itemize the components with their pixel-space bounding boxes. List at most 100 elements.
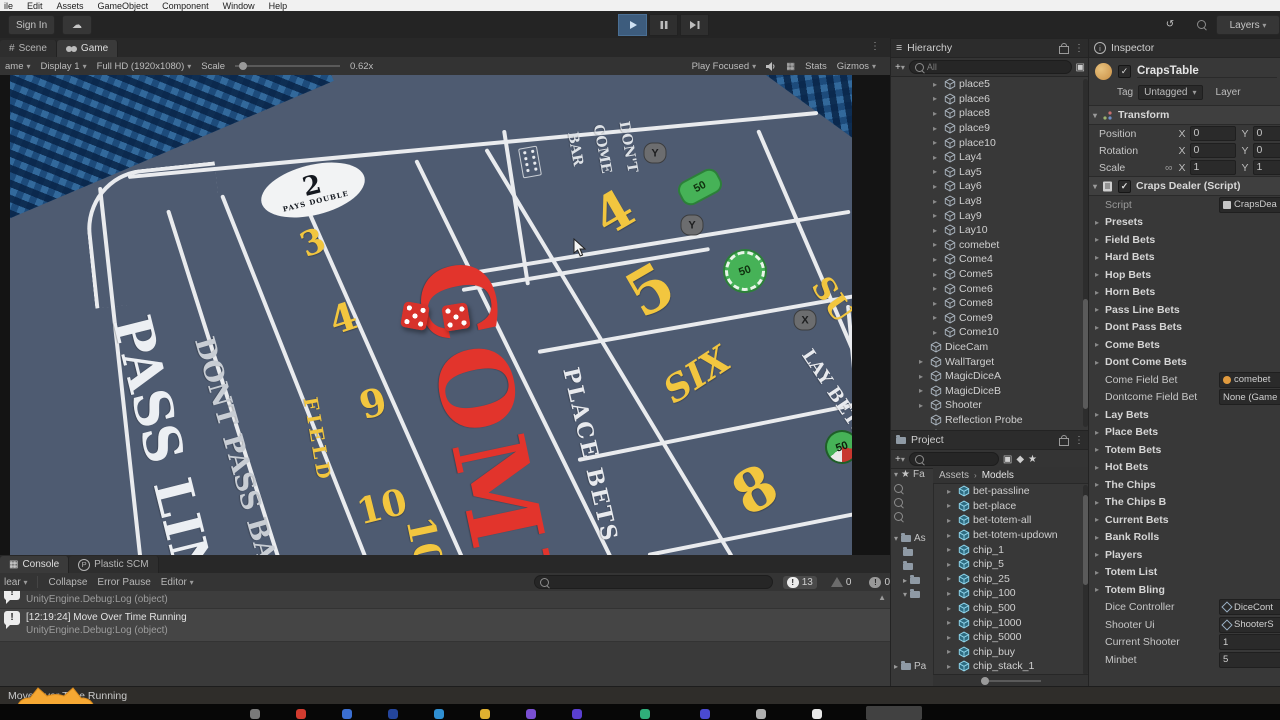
foldout-arrow-icon[interactable]: ▾ bbox=[1093, 182, 1097, 191]
inspector-field[interactable]: ▸ Come Bets bbox=[1089, 336, 1280, 354]
field-value[interactable]: None (Game bbox=[1219, 389, 1280, 405]
expand-arrow-icon[interactable]: ▸ bbox=[947, 501, 955, 510]
inspector-field[interactable]: ▸ Script CrapsDea bbox=[1089, 196, 1280, 214]
warning-count[interactable]: 0 bbox=[827, 576, 856, 589]
bet-badge[interactable]: X bbox=[794, 310, 817, 331]
hierarchy-item[interactable]: ▸ Come8 bbox=[891, 296, 1089, 311]
bet-chip[interactable]: 50 bbox=[719, 245, 770, 296]
hierarchy-item[interactable]: ▸ Come6 bbox=[891, 281, 1089, 296]
subfolder-item[interactable] bbox=[891, 545, 933, 559]
hierarchy-item[interactable]: ▸ Reflection Probe bbox=[891, 413, 1089, 428]
hierarchy-item[interactable]: ▸ MagicDiceB bbox=[891, 383, 1089, 398]
link-scale-icon[interactable]: ∞ bbox=[1165, 162, 1173, 174]
expand-arrow-icon[interactable]: ▸ bbox=[919, 401, 927, 410]
transform-y-field[interactable]: 0 bbox=[1253, 143, 1280, 158]
project-asset-item[interactable]: ▸ chip_25 bbox=[933, 572, 1089, 587]
vsync-icon[interactable]: ▦ bbox=[781, 61, 800, 72]
hierarchy-item[interactable]: ▸ Shooter bbox=[891, 398, 1089, 413]
expand-arrow-icon[interactable]: ▸ bbox=[933, 328, 941, 337]
scroll-up-icon[interactable]: ▲ bbox=[878, 593, 886, 602]
hierarchy-item[interactable]: ▸ place6 bbox=[891, 92, 1089, 107]
bet-badge[interactable]: Y bbox=[681, 215, 704, 236]
expand-arrow-icon[interactable]: ▸ bbox=[947, 589, 955, 598]
clear-button[interactable]: lear ▾ bbox=[4, 577, 27, 588]
active-checkbox[interactable]: ✓ bbox=[1118, 65, 1131, 78]
gizmos-dropdown[interactable]: Gizmos▾ bbox=[832, 61, 890, 72]
panel-menu-icon[interactable]: ⋮ bbox=[870, 41, 880, 52]
expand-arrow-icon[interactable]: ▸ bbox=[933, 153, 941, 162]
inspector-field[interactable]: ▸ Hot Bets bbox=[1089, 459, 1280, 477]
breadcrumb[interactable]: Assets › Models bbox=[933, 467, 1089, 484]
hierarchy-item[interactable]: ▸ Come10 bbox=[891, 325, 1089, 340]
expand-arrow-icon[interactable]: ▸ bbox=[947, 516, 955, 525]
inspector-field[interactable]: ▸ The Chips bbox=[1089, 476, 1280, 494]
inspector-field[interactable]: ▸ Hard Bets bbox=[1089, 249, 1280, 267]
inspector-field[interactable]: ▸ Bank Rolls bbox=[1089, 529, 1280, 547]
foldout-arrow-icon[interactable]: ▸ bbox=[1095, 270, 1105, 279]
menu-item[interactable]: Component bbox=[162, 1, 209, 11]
console-log-list[interactable]: UnityEngine.Debug:Log (object) [12:19:24… bbox=[0, 591, 890, 686]
favorites-filter-icon[interactable]: ★ bbox=[1028, 454, 1037, 465]
bet-chip[interactable]: 50 bbox=[674, 165, 725, 209]
foldout-arrow-icon[interactable]: ▸ bbox=[1095, 445, 1105, 454]
expand-arrow-icon[interactable]: ▸ bbox=[919, 386, 927, 395]
saved-search-item[interactable] bbox=[891, 481, 933, 495]
hierarchy-item[interactable]: ▸ Lay10 bbox=[891, 223, 1089, 238]
step-button[interactable] bbox=[680, 14, 709, 36]
project-asset-item[interactable]: ▸ chip_1000 bbox=[933, 615, 1089, 630]
hierarchy-item[interactable]: ▸ place5 bbox=[891, 77, 1089, 92]
menu-item[interactable]: Help bbox=[269, 1, 288, 11]
gameobject-name-field[interactable]: CrapsTable bbox=[1137, 65, 1277, 78]
expand-arrow-icon[interactable]: ▸ bbox=[933, 240, 941, 249]
foldout-arrow-icon[interactable]: ▸ bbox=[1095, 550, 1105, 559]
mute-audio-icon[interactable] bbox=[761, 62, 781, 71]
inspector-field[interactable]: ▸ Totem Bling bbox=[1089, 581, 1280, 599]
add-object-button[interactable]: +▾ bbox=[895, 62, 905, 73]
hierarchy-item[interactable]: ▸ DiceCam bbox=[891, 340, 1089, 355]
project-asset-item[interactable]: ▸ chip_5 bbox=[933, 557, 1089, 572]
menu-item[interactable]: Window bbox=[223, 1, 255, 11]
field-value[interactable]: CrapsDea bbox=[1219, 197, 1280, 213]
inspector-field[interactable]: ▸ Dice Controller DiceCont bbox=[1089, 599, 1280, 617]
expand-arrow-icon[interactable]: ▸ bbox=[947, 531, 955, 540]
expand-arrow-icon[interactable]: ▸ bbox=[933, 94, 941, 103]
hierarchy-item[interactable]: ▸ place10 bbox=[891, 135, 1089, 150]
expand-arrow-icon[interactable]: ▸ bbox=[933, 255, 941, 264]
lock-icon[interactable] bbox=[1059, 438, 1069, 446]
hierarchy-item[interactable]: ▸ place9 bbox=[891, 121, 1089, 136]
taskbar-app-icon[interactable] bbox=[342, 709, 352, 719]
error-pause-button[interactable]: Error Pause bbox=[97, 577, 150, 588]
transform-x-field[interactable]: 1 bbox=[1190, 160, 1236, 175]
project-asset-item[interactable]: ▸ chip_stack_1 bbox=[933, 659, 1089, 674]
hierarchy-item[interactable]: ▸ Lay4 bbox=[891, 150, 1089, 165]
inspector-field[interactable]: ▸ Totem Bets bbox=[1089, 441, 1280, 459]
hierarchy-item[interactable]: ▸ Lay6 bbox=[891, 179, 1089, 194]
inspector-field[interactable]: ▸ Minbet 5 bbox=[1089, 651, 1280, 669]
taskbar-app-icon[interactable] bbox=[700, 709, 710, 719]
transform-x-field[interactable]: 0 bbox=[1190, 126, 1236, 141]
expand-arrow-icon[interactable]: ▸ bbox=[933, 182, 941, 191]
taskbar-preview[interactable] bbox=[866, 706, 922, 720]
taskbar-app-icon[interactable] bbox=[640, 709, 650, 719]
field-value[interactable]: DiceCont bbox=[1219, 599, 1280, 615]
taskbar-app-icon[interactable] bbox=[526, 709, 536, 719]
expand-arrow-icon[interactable]: ▸ bbox=[933, 138, 941, 147]
breadcrumb-models[interactable]: Models bbox=[982, 470, 1014, 481]
subfolder-item[interactable]: ▸ bbox=[891, 573, 933, 587]
project-asset-item[interactable]: ▸ chip_1 bbox=[933, 542, 1089, 557]
hierarchy-search-input[interactable]: All bbox=[909, 60, 1072, 74]
hierarchy-item[interactable]: ▸ Come5 bbox=[891, 267, 1089, 282]
expand-arrow-icon[interactable]: ▸ bbox=[933, 197, 941, 206]
foldout-arrow-icon[interactable]: ▸ bbox=[1095, 323, 1105, 332]
subfolder-item[interactable] bbox=[891, 559, 933, 573]
taskbar-app-icon[interactable] bbox=[480, 709, 490, 719]
game-view-dropdown[interactable]: ame▾ bbox=[0, 61, 36, 72]
info-count[interactable]: !13 bbox=[783, 576, 817, 589]
expand-arrow-icon[interactable]: ▸ bbox=[947, 487, 955, 496]
foldout-arrow-icon[interactable]: ▾ bbox=[1093, 111, 1097, 120]
tab-console[interactable]: ▦ Console bbox=[0, 556, 69, 573]
bet-chip[interactable]: 50 bbox=[820, 425, 852, 469]
foldout-arrow-icon[interactable]: ▸ bbox=[1095, 218, 1105, 227]
asset-size-slider[interactable] bbox=[981, 680, 1041, 682]
inspector-field[interactable]: ▸ Totem List bbox=[1089, 564, 1280, 582]
